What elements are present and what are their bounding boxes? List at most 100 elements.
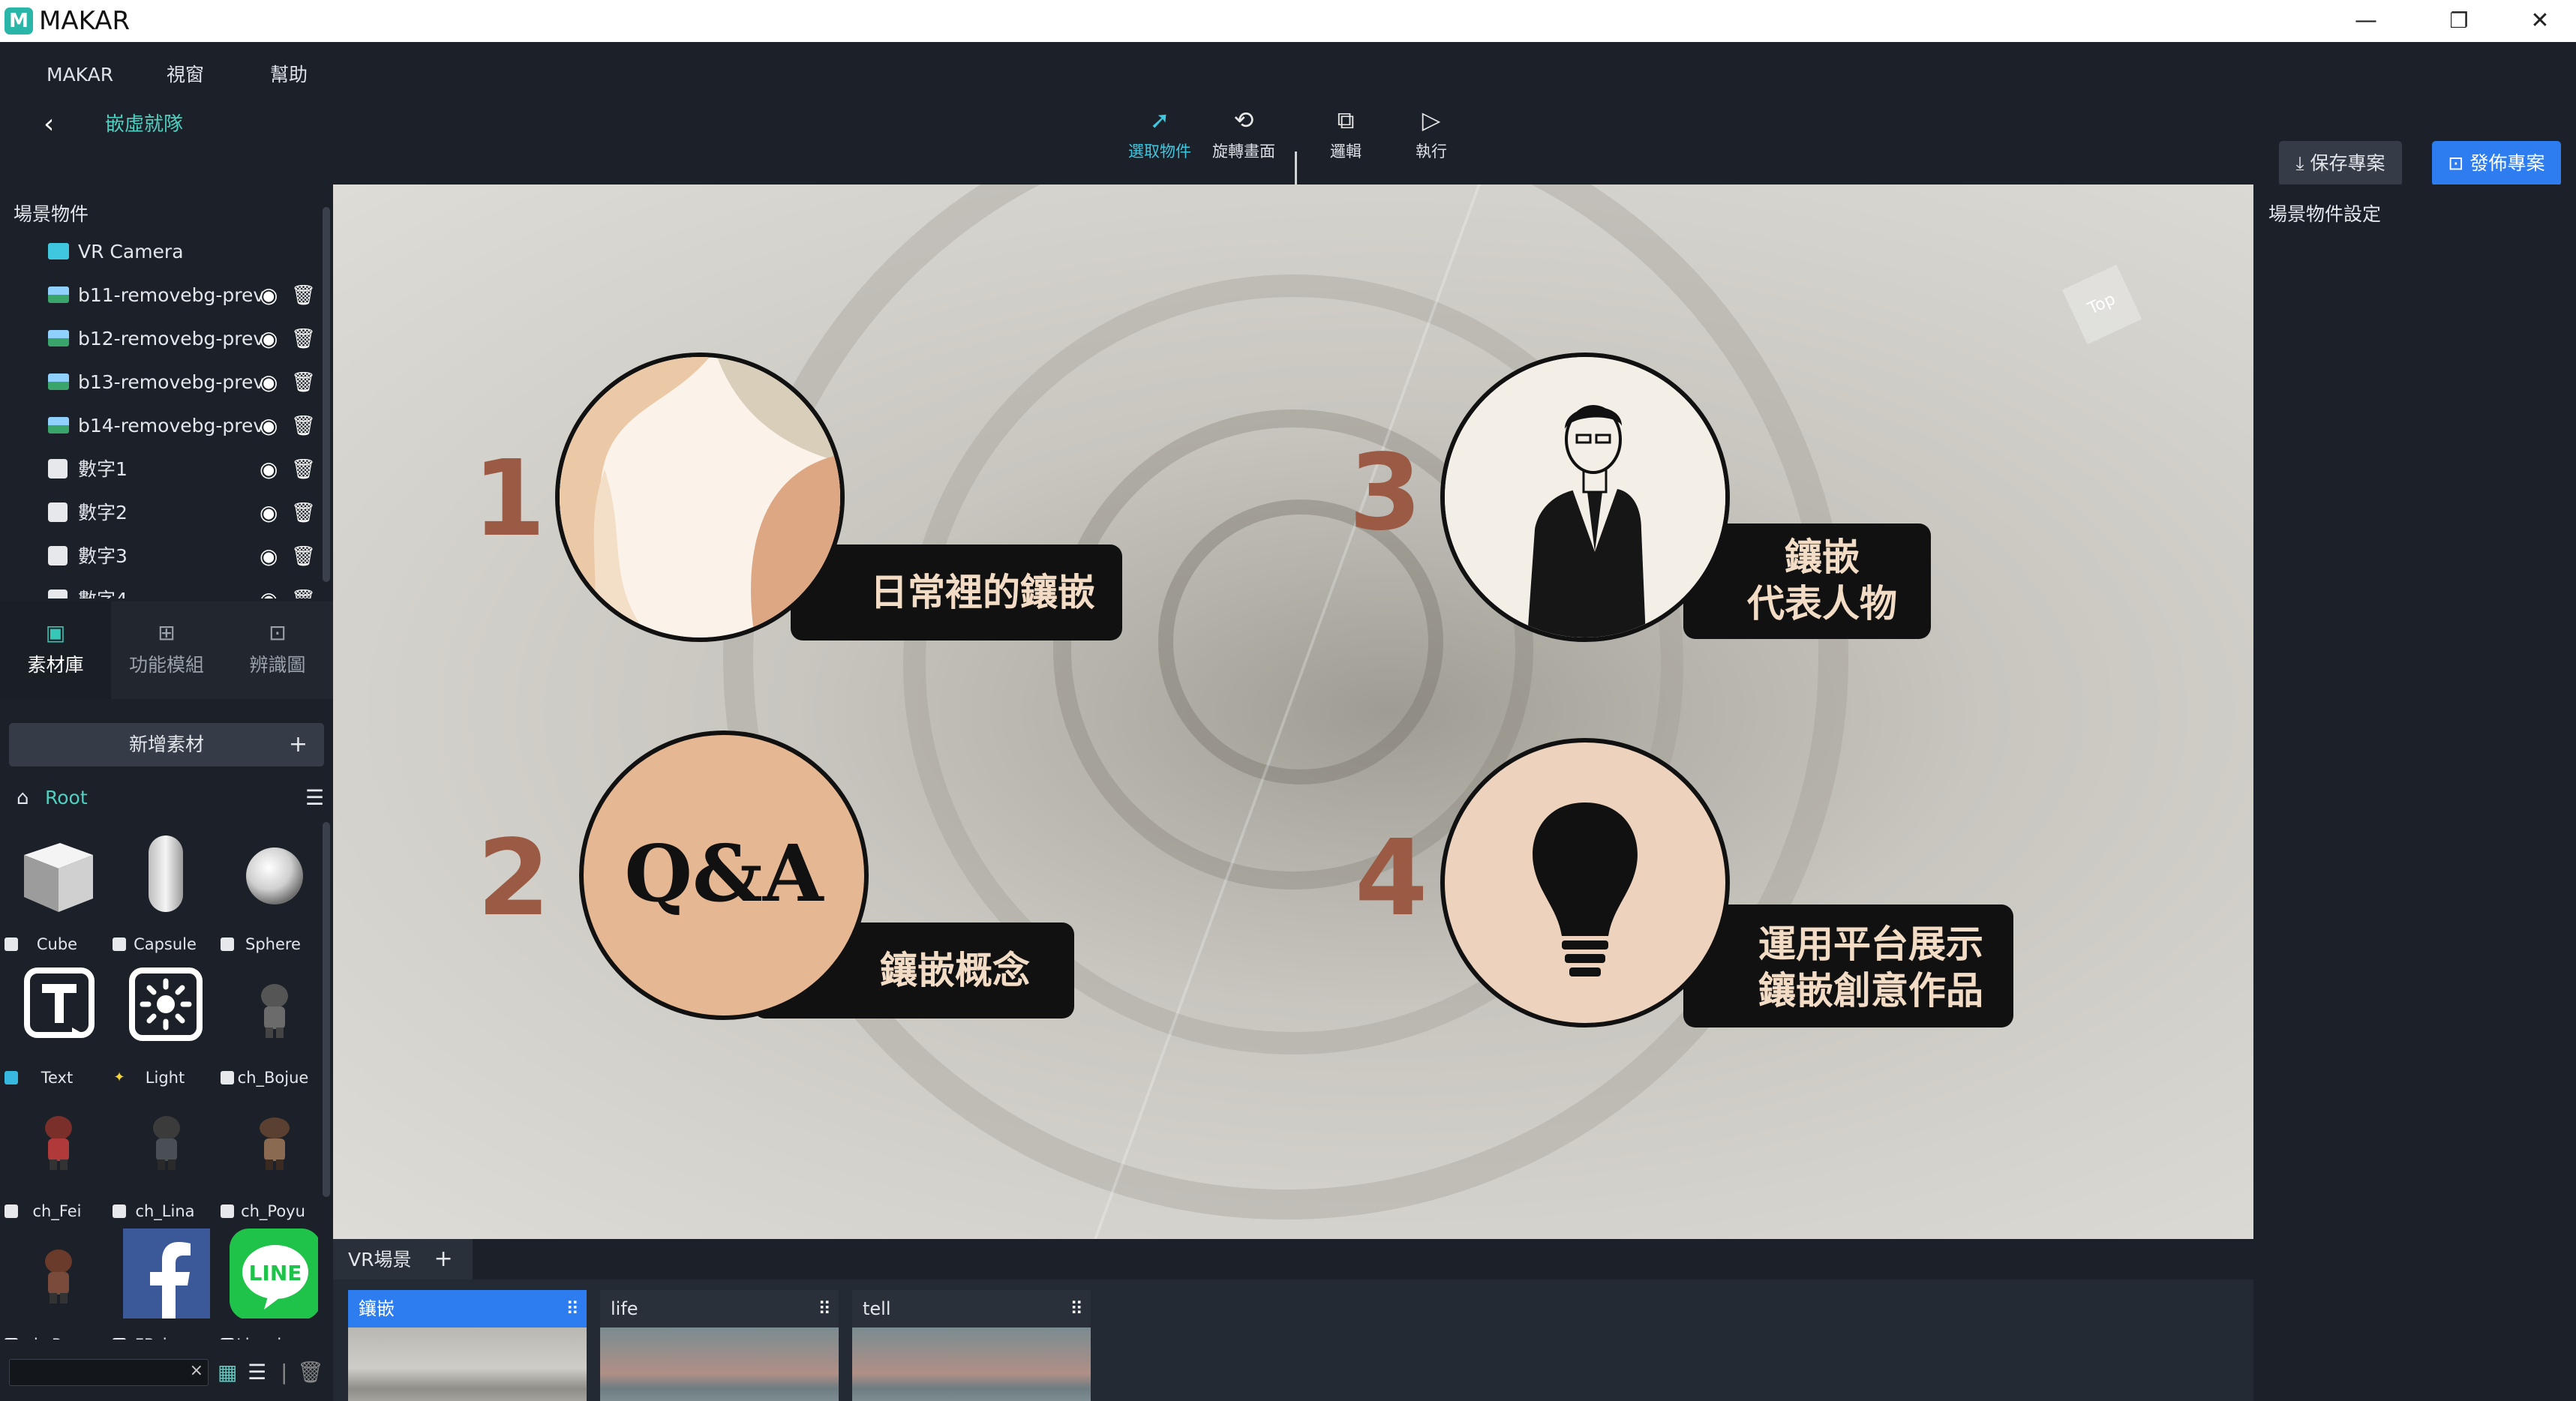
trash-icon[interactable]: 🗑 <box>291 498 316 528</box>
asset-ch-poyu[interactable]: ch_Poyu <box>219 1095 327 1228</box>
cursor-icon: ➚ <box>1149 106 1170 134</box>
trash-icon[interactable]: 🗑 <box>291 585 316 598</box>
minimize-button[interactable]: — <box>2330 3 2402 39</box>
vr-scene-card[interactable]: 鑲嵌 ⠿ <box>348 1290 587 1401</box>
item-4-circle[interactable] <box>1440 738 1730 1028</box>
item-3-circle[interactable] <box>1440 352 1730 642</box>
menu-help[interactable]: 幫助 <box>270 60 308 90</box>
list-view-icon[interactable]: ☰ <box>248 1358 266 1388</box>
asset-label: Sphere <box>245 935 301 953</box>
scene-object-number2[interactable]: 數字2 ◉ 🗑 <box>48 492 333 536</box>
item-2-circle[interactable]: Q&A <box>579 730 869 1020</box>
trash-icon[interactable]: 🗑 <box>291 324 316 354</box>
asset-scrollbar[interactable] <box>323 822 330 1197</box>
tool-rotate[interactable]: ⟲ 旋轉畫面 <box>1206 102 1281 184</box>
home-icon[interactable]: ⌂ <box>17 783 29 813</box>
eye-icon[interactable]: ◉ <box>260 280 278 310</box>
number-4[interactable]: 4 <box>1355 819 1428 939</box>
eye-icon[interactable]: ◉ <box>260 542 278 572</box>
image-icon <box>48 330 69 346</box>
asset-ch-lina[interactable]: ch_Lina <box>111 1095 219 1228</box>
scene-objects-scrollbar[interactable] <box>323 207 330 582</box>
right-panel: 場景物件設定 <box>2253 184 2576 1401</box>
add-scene-icon[interactable]: + <box>434 1246 452 1272</box>
scene-object-b12[interactable]: b12-removebg-prev ◉ 🗑 <box>48 318 333 362</box>
trash-icon[interactable]: 🗑 <box>291 454 316 484</box>
trash-icon[interactable]: 🗑 <box>291 542 316 572</box>
close-button[interactable]: ✕ <box>2504 3 2576 39</box>
asset-ch-ponc[interactable]: ch_Ponc <box>3 1228 111 1340</box>
trash-icon[interactable]: 🗑 <box>291 368 316 398</box>
asset-search-input[interactable]: × <box>9 1359 209 1386</box>
asset-fb-icon[interactable]: FB_icon <box>111 1228 219 1340</box>
number-2[interactable]: 2 <box>477 819 550 939</box>
asset-label: Text <box>41 1069 74 1087</box>
scene-object-b14[interactable]: b14-removebg-prev ◉ 🗑 <box>48 405 333 448</box>
maximize-button[interactable]: ❐ <box>2423 3 2495 39</box>
eye-icon[interactable]: ◉ <box>260 324 278 354</box>
save-project-button[interactable]: ⤓ 保存專案 <box>2279 141 2402 186</box>
qa-text: Q&A <box>624 827 824 920</box>
vr-scene-card[interactable]: life ⠿ <box>600 1290 839 1401</box>
scene-object-vr-camera[interactable]: VR Camera <box>48 231 333 274</box>
asset-ch-bojue[interactable]: ch_Bojue <box>219 962 327 1095</box>
drag-handle-icon[interactable]: ⠿ <box>1070 1290 1083 1328</box>
scene-object-number1[interactable]: 數字1 ◉ 🗑 <box>48 448 333 492</box>
asset-sphere[interactable]: Sphere <box>219 828 327 962</box>
scene-viewport[interactable]: Top 1 日常裡的鑲嵌 2 鑲嵌概念 Q&A 3 鑲嵌 代表人物 4 運用平台… <box>333 184 2253 1239</box>
scene-object-b13[interactable]: b13-removebg-prev ◉ 🗑 <box>48 362 333 405</box>
tab-label: 功能模組 <box>128 654 204 676</box>
tool-play[interactable]: ▷ 執行 <box>1394 102 1469 184</box>
trash-icon[interactable]: 🗑 <box>297 1358 324 1388</box>
caption-3-line1: 鑲嵌 <box>1785 536 1860 579</box>
scene-object-b11[interactable]: b11-removebg-prev ◉ 🗑 <box>48 274 333 318</box>
caption-1[interactable]: 日常裡的鑲嵌 <box>791 544 1122 640</box>
asset-ch-fei[interactable]: ch_Fei <box>3 1095 111 1228</box>
root-label[interactable]: Root <box>45 783 88 813</box>
clear-icon[interactable]: × <box>190 1361 203 1380</box>
eye-icon[interactable]: ◉ <box>260 585 278 598</box>
asset-light[interactable]: ✦ Light <box>111 962 219 1095</box>
add-asset-button[interactable]: 新增素材 + <box>9 723 324 766</box>
menu-view[interactable]: 視窗 <box>167 60 204 90</box>
item-1-circle[interactable] <box>555 352 845 642</box>
tool-logic[interactable]: ⧉ 邏輯 <box>1308 102 1383 184</box>
object-settings-title: 場景物件設定 <box>2268 203 2382 225</box>
sort-icon[interactable]: ☰ <box>305 783 324 813</box>
vr-scenes-tab[interactable]: VR場景 + <box>333 1239 473 1280</box>
scene-object-number4[interactable]: 數字4 ◉ 🗑 <box>48 579 323 598</box>
asset-line-icon[interactable]: LINE Line_icon <box>219 1228 323 1340</box>
vr-scene-card[interactable]: tell ⠿ <box>852 1290 1091 1401</box>
eye-icon[interactable]: ◉ <box>260 368 278 398</box>
image-icon <box>48 417 69 434</box>
scene-object-name: 數字3 <box>78 545 128 567</box>
image-icon <box>48 374 69 390</box>
app-logo-icon: M <box>5 8 33 34</box>
drag-handle-icon[interactable]: ⠿ <box>818 1290 831 1328</box>
caption-4[interactable]: 運用平台展示 鑲嵌創意作品 <box>1683 904 2013 1028</box>
number-3[interactable]: 3 <box>1349 434 1422 554</box>
tab-markers[interactable]: ⊡ 辨識圖 <box>222 602 333 699</box>
grid-view-icon[interactable]: ▦ <box>218 1358 237 1388</box>
person-illustration <box>1445 357 1725 638</box>
eye-icon[interactable]: ◉ <box>260 498 278 528</box>
asset-label: Line_icon <box>219 1334 323 1340</box>
asset-text[interactable]: Text <box>3 962 111 1095</box>
publish-project-button[interactable]: ⊡ 發佈專案 <box>2432 141 2561 186</box>
trash-icon[interactable]: 🗑 <box>291 411 316 441</box>
tool-select[interactable]: ➚ 選取物件 <box>1122 102 1197 184</box>
eye-icon[interactable]: ◉ <box>260 411 278 441</box>
eye-icon[interactable]: ◉ <box>260 454 278 484</box>
asset-cube[interactable]: Cube <box>3 828 111 962</box>
back-arrow-icon[interactable]: ‹ <box>44 102 54 147</box>
menu-makar[interactable]: MAKAR <box>47 60 113 90</box>
asset-capsule[interactable]: Capsule <box>111 828 219 962</box>
number-1[interactable]: 1 <box>473 440 545 560</box>
trash-icon[interactable]: 🗑 <box>291 280 316 310</box>
character-thumbnail <box>45 1116 72 1170</box>
tab-modules[interactable]: ⊞ 功能模組 <box>111 602 222 699</box>
drag-handle-icon[interactable]: ⠿ <box>566 1290 579 1328</box>
tab-asset-library[interactable]: ▣ 素材庫 <box>0 602 111 699</box>
scene-object-number3[interactable]: 數字3 ◉ 🗑 <box>48 536 333 579</box>
top-view-gizmo[interactable]: Top <box>2061 264 2142 345</box>
